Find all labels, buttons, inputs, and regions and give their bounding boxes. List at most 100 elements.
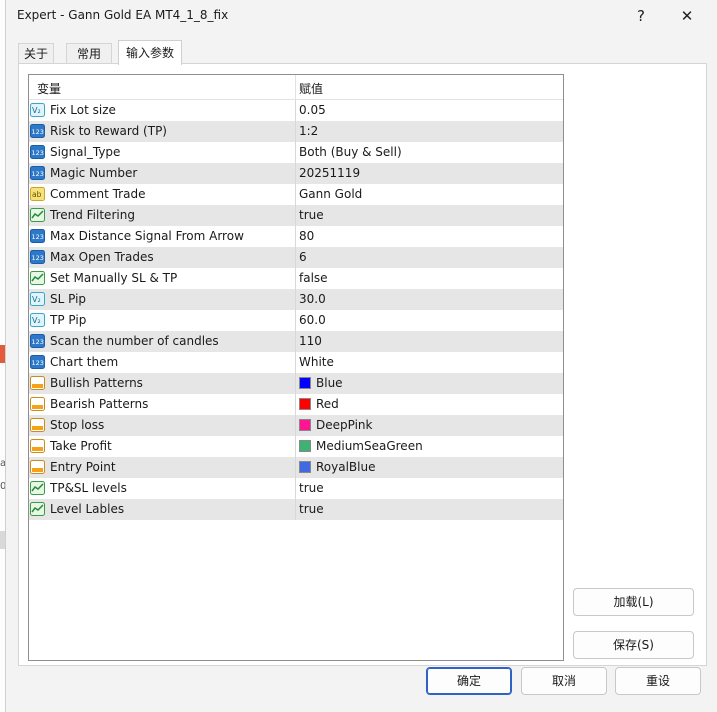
table-row[interactable]: TP&SL levels true	[29, 478, 563, 499]
parameter-value[interactable]: true	[299, 208, 324, 222]
svg-text:123: 123	[32, 128, 44, 136]
parameter-name: Trend Filtering	[50, 208, 135, 222]
cell-divider	[295, 163, 296, 184]
parameter-value[interactable]: false	[299, 271, 328, 285]
parameter-value[interactable]: Both (Buy & Sell)	[299, 145, 402, 159]
parameter-value-text: 0.05	[299, 103, 326, 117]
parameter-value-text: false	[299, 271, 328, 285]
table-row[interactable]: 123 Signal_Type Both (Buy & Sell)	[29, 142, 563, 163]
parameter-value[interactable]: White	[299, 355, 334, 369]
table-row[interactable]: Set Manually SL & TP false	[29, 268, 563, 289]
parameter-value[interactable]: Gann Gold	[299, 187, 362, 201]
table-row[interactable]: 123 Magic Number 20251119	[29, 163, 563, 184]
parameter-name: Stop loss	[50, 418, 105, 432]
cell-divider	[295, 394, 296, 415]
parameter-value-text: DeepPink	[316, 418, 373, 432]
table-row[interactable]: ab Comment Trade Gann Gold	[29, 184, 563, 205]
integer-type-icon: 123	[30, 334, 45, 348]
inputs-grid[interactable]: 变量 赋值 V₂ Fix Lot size 0.05 123 Risk to Rewar…	[28, 74, 564, 661]
table-row[interactable]: 123 Scan the number of candles 110	[29, 331, 563, 352]
parameter-name: Chart them	[50, 355, 119, 369]
parameter-value[interactable]: true	[299, 502, 324, 516]
tab-inputs[interactable]: 输入参数	[118, 40, 182, 65]
parameter-value[interactable]: 1:2	[299, 124, 318, 138]
cell-divider	[295, 226, 296, 247]
parameter-name: Risk to Reward (TP)	[50, 124, 167, 138]
table-row[interactable]: V₂ SL Pip 30.0	[29, 289, 563, 310]
parameter-value[interactable]: true	[299, 481, 324, 495]
cell-divider	[295, 205, 296, 226]
tab-common[interactable]: 常用	[66, 43, 112, 64]
title-bar: Expert - Gann Gold EA MT4_1_8_fix ? ✕	[6, 0, 717, 32]
tab-about[interactable]: 关于	[18, 43, 54, 64]
color-type-icon	[30, 418, 45, 432]
parameter-value[interactable]: MediumSeaGreen	[299, 439, 423, 453]
table-row[interactable]: 123 Chart them White	[29, 352, 563, 373]
color-swatch	[299, 398, 311, 410]
parameter-value[interactable]: Red	[299, 397, 339, 411]
svg-text:V₂: V₂	[32, 106, 41, 115]
cell-divider	[295, 352, 296, 373]
table-row[interactable]: Bullish Patterns Blue	[29, 373, 563, 394]
parameter-name: Fix Lot size	[50, 103, 116, 117]
ok-button[interactable]: 确定	[426, 667, 512, 695]
reset-button[interactable]: 重设	[615, 667, 701, 695]
parameter-name: Set Manually SL & TP	[50, 271, 178, 285]
cell-divider	[295, 310, 296, 331]
parameter-name: Bearish Patterns	[50, 397, 149, 411]
table-row[interactable]: V₂ Fix Lot size 0.05	[29, 100, 563, 121]
svg-text:123: 123	[32, 254, 44, 262]
parameter-value[interactable]: 20251119	[299, 166, 360, 180]
parameter-value[interactable]: RoyalBlue	[299, 460, 375, 474]
parameter-value[interactable]: 6	[299, 250, 307, 264]
table-row[interactable]: Take Profit MediumSeaGreen	[29, 436, 563, 457]
cancel-button[interactable]: 取消	[521, 667, 607, 695]
cell-divider	[295, 331, 296, 352]
column-header-variable[interactable]: 变量	[37, 80, 61, 97]
cell-divider	[295, 436, 296, 457]
close-button[interactable]: ✕	[664, 0, 710, 32]
parameter-value-text: 80	[299, 229, 315, 243]
expert-properties-dialog: Expert - Gann Gold EA MT4_1_8_fix ? ✕ 关于…	[5, 0, 717, 712]
table-row[interactable]: Stop loss DeepPink	[29, 415, 563, 436]
table-row[interactable]: Bearish Patterns Red	[29, 394, 563, 415]
table-row[interactable]: V₂ TP Pip 60.0	[29, 310, 563, 331]
parameter-name: Signal_Type	[50, 145, 121, 159]
table-row[interactable]: Level Lables true	[29, 499, 563, 520]
parameter-value[interactable]: Blue	[299, 376, 343, 390]
integer-type-icon: 123	[30, 355, 45, 369]
parameter-value[interactable]: 110	[299, 334, 322, 348]
parameter-name: TP&SL levels	[50, 481, 127, 495]
parameter-value-text: true	[299, 208, 324, 222]
parameter-value-text: 1:2	[299, 124, 319, 138]
column-header-value[interactable]: 赋值	[299, 80, 323, 97]
table-row[interactable]: Trend Filtering true	[29, 205, 563, 226]
parameter-value[interactable]: 0.05	[299, 103, 326, 117]
save-button[interactable]: 保存(S)	[573, 631, 694, 659]
parameter-value-text: MediumSeaGreen	[316, 439, 423, 453]
color-type-icon	[30, 376, 45, 390]
parameter-value-text: Red	[316, 397, 339, 411]
parameter-value[interactable]: 80	[299, 229, 314, 243]
color-swatch	[299, 461, 311, 473]
integer-type-icon: 123	[30, 250, 45, 264]
table-row[interactable]: Entry Point RoyalBlue	[29, 457, 563, 478]
integer-type-icon: 123	[30, 145, 45, 159]
column-divider[interactable]	[295, 75, 296, 99]
parameter-value-text: true	[299, 481, 324, 495]
color-type-icon	[30, 439, 45, 453]
cell-divider	[295, 121, 296, 142]
help-icon: ?	[637, 7, 645, 25]
cell-divider	[295, 478, 296, 499]
table-row[interactable]: 123 Max Distance Signal From Arrow 80	[29, 226, 563, 247]
parameter-name: Bullish Patterns	[50, 376, 143, 390]
table-row[interactable]: 123 Risk to Reward (TP) 1:2	[29, 121, 563, 142]
help-button[interactable]: ?	[618, 0, 664, 32]
load-button[interactable]: 加载(L)	[573, 588, 694, 616]
parameter-value[interactable]: 60.0	[299, 313, 326, 327]
table-row[interactable]: 123 Max Open Trades 6	[29, 247, 563, 268]
parameter-value[interactable]: DeepPink	[299, 418, 372, 432]
parameter-value[interactable]: 30.0	[299, 292, 326, 306]
cell-divider	[295, 457, 296, 478]
cell-divider	[295, 499, 296, 520]
